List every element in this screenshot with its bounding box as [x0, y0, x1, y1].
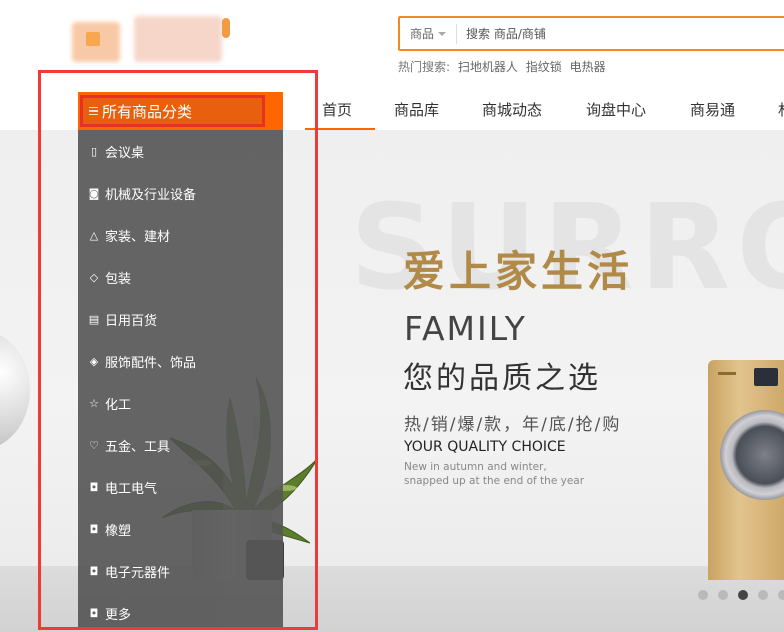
calendar-icon: ▤ — [88, 312, 100, 326]
category-list: ▯ 会议桌 ◙ 机械及行业设备 △ 家装、建材 ◇ 包装 ▤ 日用百货 ◈ 服饰… — [78, 130, 283, 630]
carousel-dot[interactable] — [758, 590, 768, 600]
category-item-hardware-tools[interactable]: ♡ 五金、工具 — [78, 424, 283, 466]
nav-item-more[interactable]: 杉 — [778, 88, 784, 130]
nav-item-mall-news[interactable]: 商城动态 — [482, 88, 542, 130]
banner-subtext-line: New in autumn and winter, — [404, 461, 547, 473]
bag-icon: ◘ — [89, 480, 99, 494]
hot-search-label: 热门搜索: — [398, 60, 451, 74]
category-item-packaging[interactable]: ◇ 包装 — [78, 256, 283, 298]
category-item-label: 服饰配件、饰品 — [105, 355, 197, 371]
category-header-label: 所有商品分类 — [102, 102, 193, 121]
site-logo[interactable] — [72, 14, 242, 66]
category-item-label: 五金、工具 — [105, 439, 171, 455]
chevron-down-icon — [438, 31, 447, 36]
machine-control-panel — [754, 368, 778, 386]
carousel-dot[interactable] — [778, 590, 784, 600]
nav-item-shangyitong[interactable]: 商易通 — [690, 88, 735, 130]
category-item-home-building[interactable]: △ 家装、建材 — [78, 214, 283, 256]
category-item-more[interactable]: ◘ 更多 — [78, 592, 283, 632]
search-box: 商品 — [398, 16, 784, 51]
diamond-icon: ◇ — [89, 270, 99, 284]
hot-search-keyword[interactable]: 电热器 — [570, 60, 606, 74]
camera-icon: ◙ — [88, 186, 100, 200]
category-item-label: 家装、建材 — [105, 229, 171, 245]
category-item-rubber-plastic[interactable]: ◘ 橡塑 — [78, 508, 283, 550]
nav-item-inquiry-center[interactable]: 询盘中心 — [586, 88, 646, 130]
category-header[interactable]: 所有商品分类 — [78, 92, 283, 130]
category-item-daily-goods[interactable]: ▤ 日用百货 — [78, 298, 283, 340]
machine-brand-mark — [718, 372, 736, 375]
phone-icon: ▯ — [90, 144, 98, 158]
category-item-label: 电工电气 — [105, 481, 158, 497]
decorative-sphere — [0, 330, 30, 450]
banner-headline: 爱上家生活 — [403, 247, 634, 296]
banner-subtext: New in autumn and winter, snapped up at … — [404, 460, 584, 488]
category-item-chemical[interactable]: ☆ 化工 — [78, 382, 283, 424]
banner-slogan: 您的品质之选 — [403, 361, 601, 396]
flask-icon: △ — [89, 228, 99, 242]
banner-family: FAMILY — [404, 309, 527, 348]
bag-icon: ◘ — [89, 606, 99, 620]
banner-subtext-line: snapped up at the end of the year — [404, 475, 585, 487]
category-item-label: 电子元器件 — [105, 565, 171, 581]
category-item-apparel-accessories[interactable]: ◈ 服饰配件、饰品 — [78, 340, 283, 382]
nav-item-home[interactable]: 首页 — [322, 88, 352, 130]
bag-icon: ◘ — [89, 522, 99, 536]
category-item-label: 会议桌 — [105, 145, 145, 161]
bag-icon: ◘ — [89, 564, 99, 578]
hot-search-keyword[interactable]: 扫地机器人 — [458, 60, 518, 74]
category-item-meeting-table[interactable]: ▯ 会议桌 — [78, 130, 283, 172]
machine-door — [720, 410, 784, 500]
search-category-label: 商品 — [410, 27, 435, 41]
hot-search: 热门搜索: 扫地机器人 指纹锁 电热器 — [398, 58, 610, 75]
category-item-label: 化工 — [105, 397, 132, 413]
category-item-electronic-components[interactable]: ◘ 电子元器件 — [78, 550, 283, 592]
nav-item-product-library[interactable]: 商品库 — [394, 88, 439, 130]
category-item-electrical[interactable]: ◘ 电工电气 — [78, 466, 283, 508]
category-item-label: 日用百货 — [105, 313, 158, 329]
carousel-dot[interactable] — [698, 590, 708, 600]
search-input[interactable] — [466, 22, 766, 46]
category-item-label: 橡塑 — [105, 523, 132, 539]
shield-icon: ◈ — [89, 354, 99, 368]
divider — [456, 24, 457, 44]
category-item-machinery[interactable]: ◙ 机械及行业设备 — [78, 172, 283, 214]
heart-icon: ♡ — [89, 438, 99, 452]
search-category-select[interactable]: 商品 — [400, 18, 456, 49]
banner-promo: 热/销/爆/款，年/底/抢/购 — [404, 415, 622, 435]
carousel-indicators — [698, 590, 784, 600]
nav-active-indicator — [305, 128, 375, 130]
category-item-label: 包装 — [105, 271, 132, 287]
hot-search-keyword[interactable]: 指纹锁 — [526, 60, 562, 74]
category-item-label: 更多 — [105, 607, 132, 623]
carousel-dot[interactable] — [738, 590, 748, 600]
star-icon: ☆ — [89, 396, 99, 410]
carousel-dot[interactable] — [718, 590, 728, 600]
banner-quality: YOUR QUALITY CHOICE — [404, 439, 566, 455]
washing-machine-image — [708, 360, 784, 580]
category-header-label-box: 所有商品分类 — [80, 95, 265, 127]
category-item-label: 机械及行业设备 — [105, 187, 197, 203]
list-icon — [89, 106, 98, 116]
